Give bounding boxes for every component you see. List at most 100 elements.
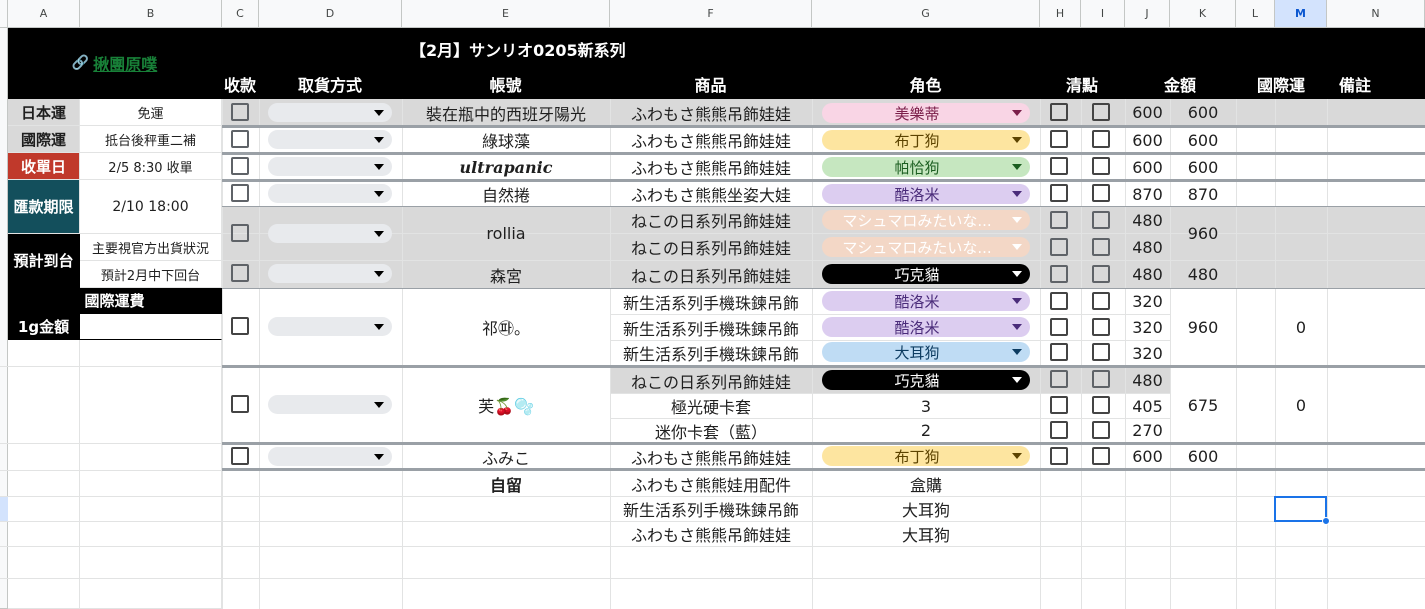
- paid-checkbox[interactable]: [231, 395, 249, 413]
- paid-checkbox[interactable]: [231, 184, 249, 202]
- character-chip[interactable]: 酷洛米: [822, 184, 1030, 204]
- link-cell: 🔗 揪團原噗: [8, 28, 222, 99]
- check-checkbox-1[interactable]: [1050, 184, 1068, 202]
- account-cell: ふみこ: [481, 448, 530, 468]
- check-checkbox-2[interactable]: [1092, 238, 1110, 256]
- col-header-c[interactable]: C: [222, 0, 259, 28]
- product-cell: 新生活系列手機珠鍊吊飾: [622, 319, 799, 339]
- pickup-dropdown[interactable]: [268, 264, 392, 283]
- check-checkbox-2[interactable]: [1092, 184, 1110, 202]
- check-checkbox-1[interactable]: [1050, 265, 1068, 283]
- chevron-down-icon: [1012, 164, 1022, 170]
- col-header-d[interactable]: D: [259, 0, 402, 28]
- character-chip[interactable]: 巧克貓: [822, 370, 1030, 390]
- paid-checkbox[interactable]: [231, 130, 249, 148]
- check-checkbox-1[interactable]: [1050, 370, 1068, 388]
- product-cell: ねこの日系列吊飾娃娃: [630, 239, 791, 258]
- character-chip[interactable]: 帕恰狗: [822, 157, 1030, 177]
- col-header-b[interactable]: B: [80, 0, 222, 28]
- fill-handle[interactable]: [1322, 517, 1330, 525]
- pickup-dropdown[interactable]: [268, 224, 392, 243]
- check-checkbox-2[interactable]: [1092, 343, 1110, 361]
- product-cell: 新生活系列手機珠鍊吊飾: [622, 293, 799, 313]
- pickup-dropdown[interactable]: [268, 184, 392, 203]
- price-cell: 600: [1132, 130, 1163, 150]
- check-checkbox-2[interactable]: [1092, 211, 1110, 229]
- character-chip[interactable]: 布丁狗: [822, 130, 1030, 150]
- chevron-down-icon: [374, 231, 384, 237]
- row-header-selected[interactable]: [0, 496, 8, 521]
- col-header-k[interactable]: K: [1170, 0, 1236, 28]
- japan-shipping-value: 免運: [80, 99, 222, 126]
- active-cell-selection[interactable]: [1274, 496, 1327, 522]
- character-chip[interactable]: マシュマロみたいな...: [822, 210, 1030, 230]
- japan-shipping-label: 日本運: [8, 99, 80, 126]
- intl-fee-label: 國際運費: [8, 288, 222, 314]
- check-checkbox-1[interactable]: [1050, 447, 1068, 465]
- paid-checkbox[interactable]: [231, 317, 249, 335]
- paid-checkbox[interactable]: [231, 157, 249, 175]
- check-checkbox-2[interactable]: [1092, 157, 1110, 175]
- check-checkbox-1[interactable]: [1050, 292, 1068, 310]
- check-checkbox-1[interactable]: [1050, 238, 1068, 256]
- check-checkbox-2[interactable]: [1092, 103, 1110, 121]
- col-header-f[interactable]: F: [610, 0, 812, 28]
- col-header-e[interactable]: E: [402, 0, 610, 28]
- character-chip[interactable]: 酷洛米: [822, 291, 1030, 311]
- paid-checkbox[interactable]: [231, 447, 249, 465]
- col-header-h[interactable]: H: [1040, 0, 1081, 28]
- pickup-dropdown[interactable]: [268, 130, 392, 149]
- col-header-j[interactable]: J: [1125, 0, 1170, 28]
- check-checkbox-1[interactable]: [1050, 211, 1068, 229]
- product-cell: 新生活系列手機珠鍊吊飾: [622, 345, 799, 364]
- check-checkbox-2[interactable]: [1092, 318, 1110, 336]
- col-header-n[interactable]: N: [1327, 0, 1425, 28]
- character-chip[interactable]: 布丁狗: [822, 446, 1030, 466]
- empty-b[interactable]: [80, 340, 222, 609]
- col-header-i[interactable]: I: [1081, 0, 1125, 28]
- col-header-g[interactable]: G: [812, 0, 1040, 28]
- select-all-corner[interactable]: [0, 0, 8, 28]
- character-chip[interactable]: 大耳狗: [822, 342, 1030, 362]
- empty-a[interactable]: [8, 340, 80, 609]
- check-checkbox-1[interactable]: [1050, 103, 1068, 121]
- pickup-dropdown[interactable]: [268, 103, 392, 122]
- character-chip[interactable]: マシュマロみたいな...: [822, 237, 1030, 257]
- check-checkbox-2[interactable]: [1092, 292, 1110, 310]
- per-gram-value[interactable]: [80, 314, 222, 340]
- account-cell: 自然捲: [481, 186, 530, 205]
- check-checkbox-2[interactable]: [1092, 396, 1110, 414]
- character-chip[interactable]: 酷洛米: [822, 317, 1030, 337]
- col-header-m[interactable]: M: [1275, 0, 1327, 28]
- col-header-l[interactable]: L: [1236, 0, 1275, 28]
- pickup-dropdown[interactable]: [268, 447, 392, 466]
- payment-deadline-value: 2/10 18:00: [80, 180, 222, 234]
- price-cell: 270: [1132, 421, 1163, 440]
- character-chip[interactable]: 巧克貓: [822, 264, 1030, 284]
- check-checkbox-2[interactable]: [1092, 370, 1110, 388]
- check-checkbox-1[interactable]: [1050, 396, 1068, 414]
- check-checkbox-2[interactable]: [1092, 265, 1110, 283]
- character-chip[interactable]: 美樂蒂: [822, 103, 1030, 123]
- pickup-dropdown[interactable]: [268, 317, 392, 336]
- col-header-a[interactable]: A: [8, 0, 80, 28]
- check-checkbox-1[interactable]: [1050, 157, 1068, 175]
- chevron-down-icon: [374, 324, 384, 330]
- paid-checkbox[interactable]: [231, 103, 249, 121]
- pickup-dropdown[interactable]: [268, 395, 392, 414]
- intl-shipping-cell: 0: [1295, 317, 1307, 337]
- check-checkbox-2[interactable]: [1092, 447, 1110, 465]
- check-checkbox-1[interactable]: [1050, 318, 1068, 336]
- chevron-down-icon: [374, 402, 384, 408]
- check-checkbox-1[interactable]: [1050, 343, 1068, 361]
- chevron-down-icon: [374, 110, 384, 116]
- check-checkbox-1[interactable]: [1050, 130, 1068, 148]
- paid-checkbox[interactable]: [231, 224, 249, 242]
- check-checkbox-1[interactable]: [1050, 421, 1068, 439]
- group-post-link[interactable]: 揪團原噗: [93, 51, 157, 75]
- check-checkbox-2[interactable]: [1092, 421, 1110, 439]
- chevron-down-icon: [374, 271, 384, 277]
- check-checkbox-2[interactable]: [1092, 130, 1110, 148]
- paid-checkbox[interactable]: [231, 264, 249, 282]
- pickup-dropdown[interactable]: [268, 157, 392, 176]
